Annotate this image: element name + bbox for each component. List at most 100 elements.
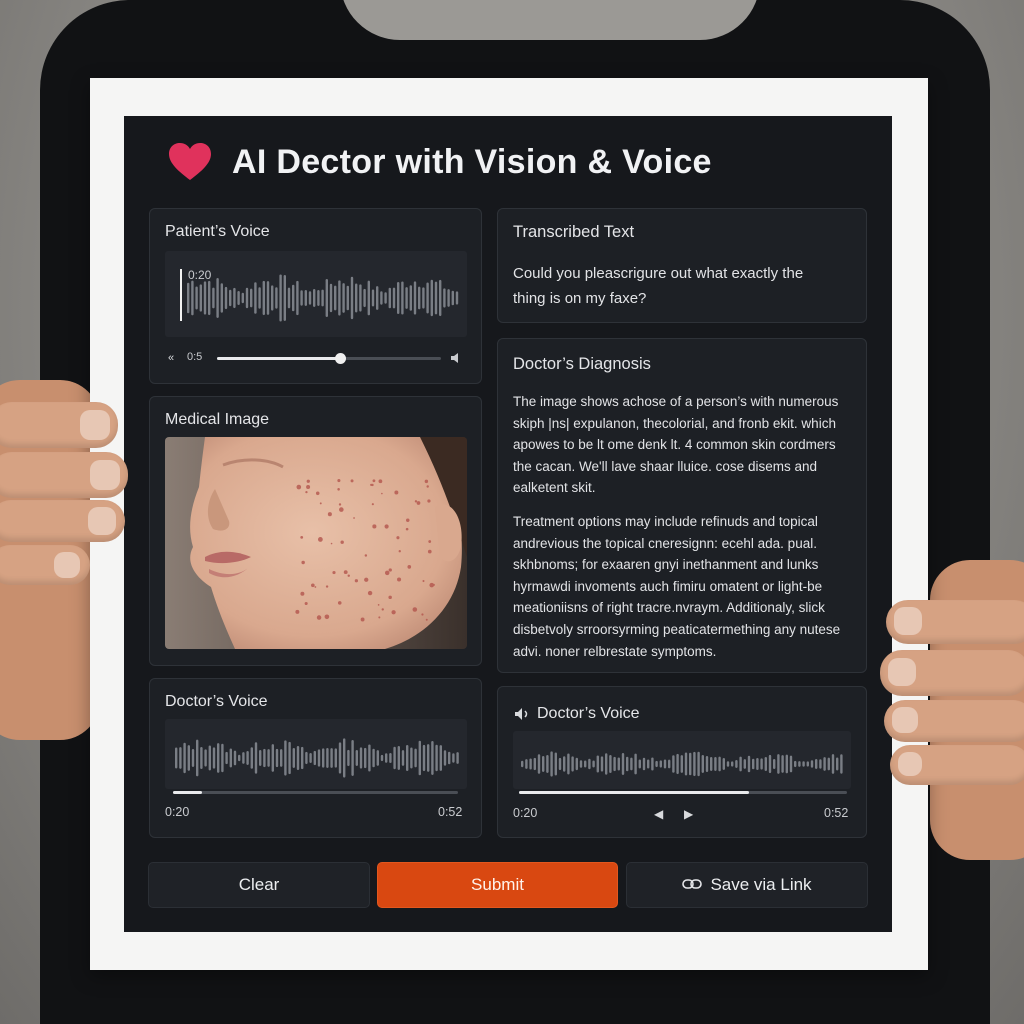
waveform-bar xyxy=(689,752,692,776)
waveform-bar xyxy=(452,753,455,763)
panel-title: Medical Image xyxy=(165,411,270,428)
waveform-bar xyxy=(183,742,186,774)
waveform-bar xyxy=(418,740,421,776)
play-icon[interactable]: ▶ xyxy=(684,808,693,820)
volume-icon[interactable] xyxy=(450,352,464,367)
waveform-bar xyxy=(798,761,801,767)
waveform-bar xyxy=(714,757,717,771)
waveform-bar xyxy=(735,760,738,768)
waveform-bar xyxy=(199,284,202,312)
waveform-bar xyxy=(229,748,232,768)
waveform-bar xyxy=(584,760,587,768)
waveform-bar xyxy=(322,748,325,768)
waveform-bar xyxy=(364,747,367,769)
clear-button[interactable]: Clear xyxy=(148,862,370,908)
rewind-icon[interactable]: « xyxy=(168,353,174,364)
waveform-bar xyxy=(283,274,286,322)
diagnosis-paragraph-2: Treatment options may include refinuds a… xyxy=(513,514,841,659)
waveform-bar xyxy=(579,760,583,768)
audio-waveform[interactable] xyxy=(513,731,851,789)
waveform-bar xyxy=(292,284,295,312)
panel-title: Doctor’s Voice xyxy=(165,693,268,710)
audio-progress-track[interactable] xyxy=(217,357,441,360)
waveform-bar xyxy=(752,758,755,770)
waveform-bar xyxy=(326,748,329,768)
waveform-bar xyxy=(250,288,253,308)
save-button-label: Save via Link xyxy=(710,875,812,894)
waveform-bar xyxy=(308,291,312,305)
waveform-bar xyxy=(376,750,379,766)
save-via-link-button[interactable]: Save via Link xyxy=(626,862,868,908)
transcribed-text-panel: Transcribed Text Could you pleascrigure … xyxy=(497,208,867,323)
waveform-bar xyxy=(676,753,679,775)
waveform-bar xyxy=(435,744,438,772)
waveform-bar xyxy=(668,759,671,769)
waveform-bar xyxy=(600,756,604,772)
waveform-bar xyxy=(455,291,459,305)
waveform-bar xyxy=(777,754,780,774)
waveform-bar xyxy=(212,287,215,309)
link-icon xyxy=(682,875,703,895)
waveform-bar xyxy=(626,756,629,772)
end-time: 0:52 xyxy=(824,806,849,820)
skin-spot xyxy=(372,524,377,529)
waveform-bar xyxy=(521,760,524,768)
waveform-bar xyxy=(317,289,320,307)
waveform-bar xyxy=(422,287,425,309)
waveform-bar xyxy=(815,758,818,770)
waveform-bar xyxy=(258,287,261,309)
waveform-bar xyxy=(317,749,321,767)
audio-progress-track[interactable] xyxy=(173,791,458,794)
waveform-bar xyxy=(596,755,599,773)
waveform-bar xyxy=(245,287,249,309)
waveform-bar xyxy=(216,278,219,318)
waveform-bar xyxy=(330,748,333,768)
waveform-bar xyxy=(288,741,291,775)
waveform-bar xyxy=(368,744,371,772)
waveform-bar xyxy=(305,751,308,765)
skin-spot xyxy=(396,536,400,540)
waveform-bar xyxy=(212,747,216,769)
audio-progress-track[interactable] xyxy=(519,791,847,794)
waveform-bar xyxy=(456,752,459,764)
waveform-bar xyxy=(663,759,667,769)
waveform-bar xyxy=(546,755,549,773)
clear-button-label: Clear xyxy=(238,875,280,894)
submit-button[interactable]: Submit xyxy=(377,862,618,908)
medical-image[interactable] xyxy=(165,437,467,649)
doctor-voice-panel-left: Doctor’s Voice 0:20 0:52 xyxy=(149,678,482,838)
skin-spot xyxy=(391,610,396,615)
skin-spot xyxy=(296,484,302,490)
waveform-bar xyxy=(225,751,228,765)
waveform-bar xyxy=(325,278,328,318)
patient-voice-panel: Patient’s Voice 0:20 « 0:5 xyxy=(149,208,482,384)
skin-spot xyxy=(384,524,389,529)
skin-spot xyxy=(388,595,392,600)
previous-icon[interactable]: ◀ xyxy=(654,808,663,820)
waveform-bar xyxy=(743,759,746,769)
waveform-bar xyxy=(254,282,257,314)
progress-knob[interactable] xyxy=(335,353,347,364)
skin-spot xyxy=(304,601,308,606)
waveform-bar xyxy=(447,289,450,307)
waveform-bar xyxy=(756,757,759,771)
waveform-bar xyxy=(431,741,434,775)
waveform-bar xyxy=(439,279,442,317)
waveform-bar xyxy=(321,289,324,307)
page-title: AI Dector with Vision & Voice xyxy=(232,142,712,181)
skin-spot xyxy=(367,590,373,596)
waveform-bar xyxy=(397,746,400,770)
skin-spot xyxy=(394,490,399,495)
audio-waveform[interactable]: 0:20 xyxy=(165,251,467,337)
skin-spot xyxy=(301,560,305,565)
skin-spot xyxy=(378,616,381,619)
skin-spot xyxy=(316,615,322,620)
waveform-bar xyxy=(187,745,190,771)
waveform-bar xyxy=(401,281,404,315)
waveform-bar xyxy=(233,750,237,766)
waveform-bar xyxy=(334,748,337,768)
skin-spot xyxy=(422,580,425,583)
waveform-bar xyxy=(672,755,675,773)
audio-waveform[interactable] xyxy=(165,719,467,789)
waveform-bar xyxy=(359,284,362,312)
